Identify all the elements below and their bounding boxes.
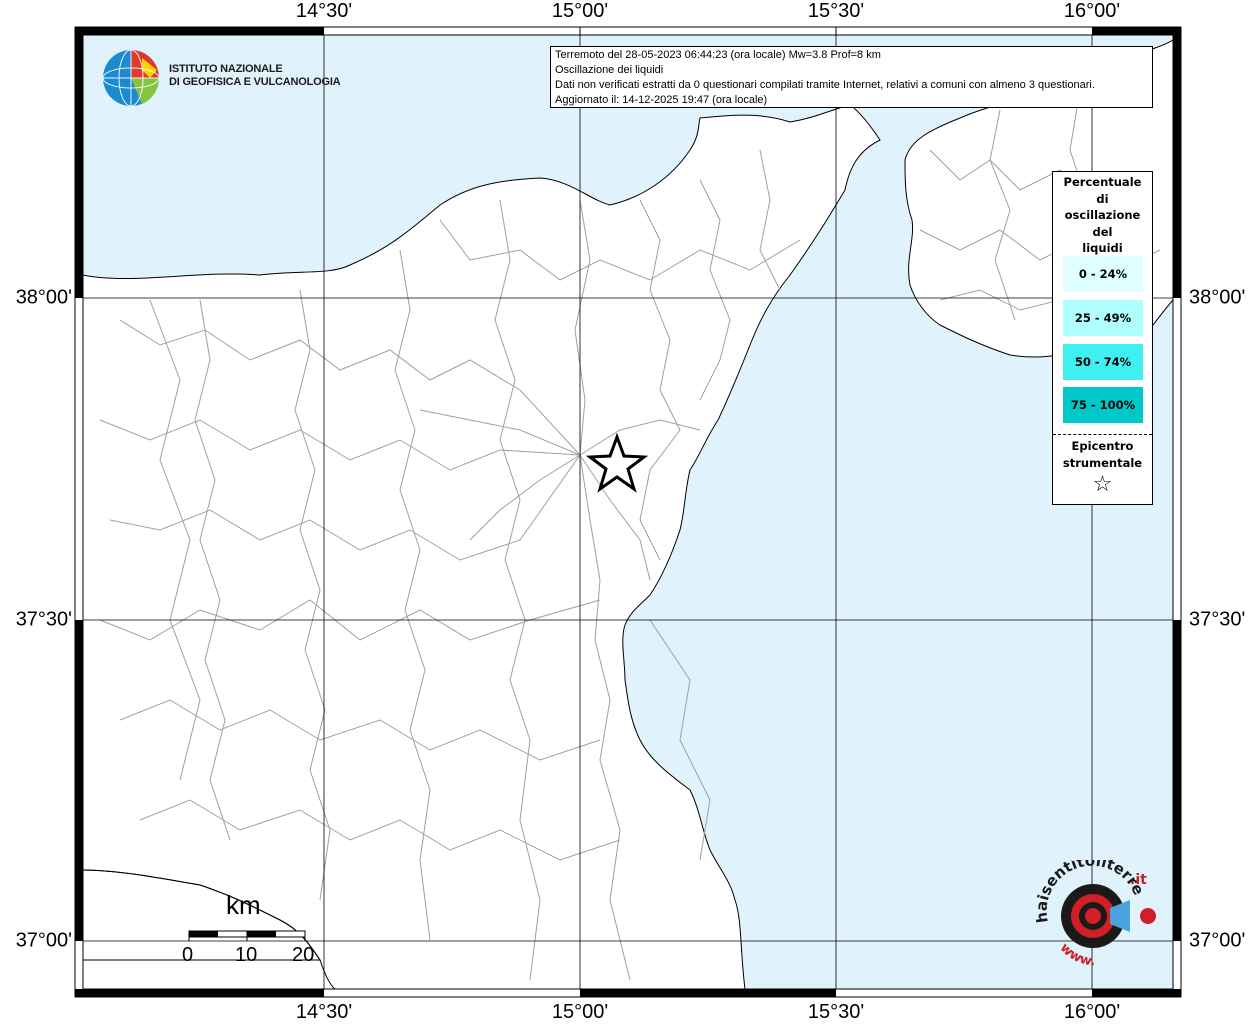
haisentito-logo-icon: haisentitoilterremoto www. .it bbox=[1030, 860, 1156, 969]
logo-domain-text: .it bbox=[1130, 872, 1147, 888]
data-notice: Dati non verificati estratti da 0 questi… bbox=[555, 79, 1095, 91]
institute-line-2: DI GEOFISICA E VULCANOLOGIA bbox=[169, 76, 341, 88]
legend-epicenter-label: Epicentro strumentale bbox=[1053, 438, 1152, 471]
legend-title-line: liquidi bbox=[1082, 241, 1123, 255]
legend-title: Percentuale di oscillazione del liquidi bbox=[1053, 174, 1152, 257]
lon-label-bottom-3: 15°30' bbox=[807, 1001, 865, 1023]
lat-label-right-2: 37°30' bbox=[1189, 608, 1246, 631]
scale-tick-20: 20 bbox=[292, 944, 315, 966]
lat-label-right-1: 38°00' bbox=[1189, 286, 1246, 309]
lat-label-left-2: 37°30' bbox=[15, 608, 72, 631]
ingv-globe-icon bbox=[102, 49, 160, 107]
legend-class-50-74: 50 - 74% bbox=[1063, 344, 1143, 380]
event-subtitle: Oscillazione dei liquidi bbox=[555, 64, 664, 76]
legend-title-line: oscillazione bbox=[1064, 208, 1141, 222]
lon-label-top-3: 15°30' bbox=[807, 0, 865, 22]
legend-class-75-100: 75 - 100% bbox=[1063, 387, 1143, 423]
legend-title-line: Percentuale bbox=[1063, 175, 1142, 189]
event-info-box: Terremoto del 28-05-2023 06:44:23 (ora l… bbox=[550, 46, 1153, 108]
legend-title-line: di bbox=[1096, 191, 1109, 206]
legend-star-icon: ☆ bbox=[1092, 472, 1113, 497]
lat-label-right-3: 37°00' bbox=[1189, 929, 1246, 952]
institute-line-1: ISTITUTO NAZIONALE bbox=[169, 63, 283, 75]
legend-separator bbox=[1053, 434, 1152, 435]
lon-label-bottom-1: 14°30' bbox=[295, 1001, 353, 1023]
lat-label-left-3: 37°00' bbox=[15, 929, 72, 952]
updated-timestamp: Aggiornato il: 14-12-2025 19:47 (ora loc… bbox=[555, 94, 768, 106]
lon-label-bottom-2: 15°00' bbox=[551, 1001, 609, 1023]
event-title: Terremoto del 28-05-2023 06:44:23 (ora l… bbox=[555, 49, 881, 61]
lat-label-left-1: 38°00' bbox=[15, 286, 72, 309]
legend-class-25-49: 25 - 49% bbox=[1063, 300, 1143, 336]
scale-unit: km bbox=[226, 890, 261, 920]
scale-tick-0: 0 bbox=[182, 944, 194, 966]
legend-epicenter-line: Epicentro bbox=[1071, 439, 1134, 453]
lon-label-top-4: 16°00' bbox=[1063, 0, 1121, 22]
lon-label-bottom-4: 16°00' bbox=[1063, 1001, 1121, 1023]
legend: Percentuale di oscillazione del liquidi … bbox=[1052, 171, 1153, 505]
institute-name: ISTITUTO NAZIONALE DI GEOFISICA E VULCAN… bbox=[169, 63, 341, 89]
lon-label-top-1: 14°30' bbox=[295, 0, 353, 22]
legend-epicenter-line: strumentale bbox=[1062, 455, 1143, 470]
lon-label-top-2: 15°00' bbox=[551, 0, 609, 22]
legend-title-line: del bbox=[1092, 224, 1113, 239]
legend-class-0-24: 0 - 24% bbox=[1063, 256, 1143, 292]
scale-tick-10: 10 bbox=[235, 944, 258, 966]
